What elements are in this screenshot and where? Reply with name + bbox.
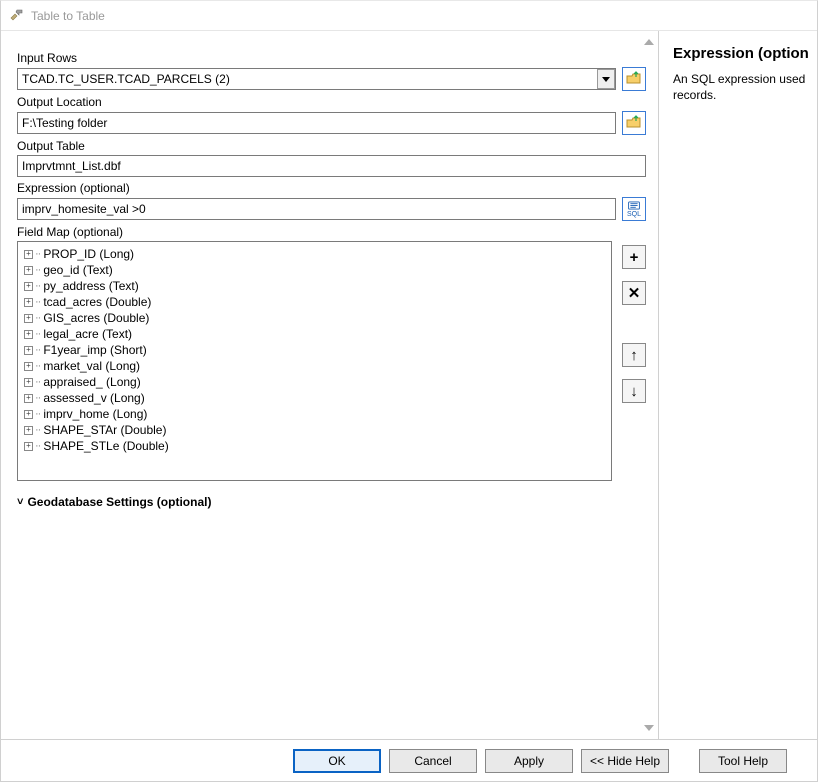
remove-field-button[interactable]: ✕ (622, 281, 646, 305)
field-map-item-label: geo_id (Text) (43, 263, 112, 277)
expand-icon[interactable]: + (24, 378, 33, 387)
expression-field[interactable] (17, 198, 616, 220)
field-map-item[interactable]: +··appraised_ (Long) (24, 374, 605, 390)
expand-icon[interactable]: + (24, 330, 33, 339)
move-down-button[interactable]: ↓ (622, 379, 646, 403)
field-map-item[interactable]: +··legal_acre (Text) (24, 326, 605, 342)
expand-icon[interactable]: + (24, 266, 33, 275)
ok-button[interactable]: OK (293, 749, 381, 773)
chevron-down-icon: ˅ (17, 496, 23, 508)
button-bar: OK Cancel Apply << Hide Help Tool Help (1, 739, 817, 781)
expand-icon[interactable]: + (24, 314, 33, 323)
field-map-item-label: SHAPE_STAr (Double) (43, 423, 166, 437)
field-map-item-label: appraised_ (Long) (43, 375, 140, 389)
output-location-label: Output Location (17, 95, 646, 109)
field-map-item[interactable]: +··SHAPE_STAr (Double) (24, 422, 605, 438)
expand-icon[interactable]: + (24, 426, 33, 435)
apply-button[interactable]: Apply (485, 749, 573, 773)
field-map-item[interactable]: +··geo_id (Text) (24, 262, 605, 278)
field-map-item-label: F1year_imp (Short) (43, 343, 146, 357)
field-map-item[interactable]: +··imprv_home (Long) (24, 406, 605, 422)
field-map-item[interactable]: +··py_address (Text) (24, 278, 605, 294)
expand-icon[interactable]: + (24, 410, 33, 419)
input-rows-field[interactable] (17, 68, 616, 90)
field-map-item[interactable]: +··SHAPE_STLe (Double) (24, 438, 605, 454)
tool-help-button[interactable]: Tool Help (699, 749, 787, 773)
field-map-item-label: py_address (Text) (43, 279, 138, 293)
expand-icon[interactable]: + (24, 298, 33, 307)
hide-help-button[interactable]: << Hide Help (581, 749, 669, 773)
browse-input-rows-button[interactable] (622, 67, 646, 91)
input-rows-dropdown[interactable] (597, 69, 615, 89)
sql-builder-button[interactable]: SQL (622, 197, 646, 221)
tool-icon (9, 8, 25, 24)
scroll-up[interactable] (642, 35, 656, 49)
geodatabase-settings-toggle[interactable]: ˅ Geodatabase Settings (optional) (17, 495, 646, 509)
expand-icon[interactable]: + (24, 346, 33, 355)
help-pane: Expression (option An SQL expression use… (659, 31, 817, 739)
sql-label: SQL (627, 211, 641, 218)
field-map-label: Field Map (optional) (17, 225, 646, 239)
add-field-button[interactable]: + (622, 245, 646, 269)
expand-icon[interactable]: + (24, 442, 33, 451)
parameters-pane: Input Rows Output Location Output Tab (1, 31, 659, 739)
field-map-item[interactable]: +··tcad_acres (Double) (24, 294, 605, 310)
expression-label: Expression (optional) (17, 181, 646, 195)
field-map-item[interactable]: +··GIS_acres (Double) (24, 310, 605, 326)
field-map-tree[interactable]: +··PROP_ID (Long)+··geo_id (Text)+··py_a… (17, 241, 612, 481)
cancel-button[interactable]: Cancel (389, 749, 477, 773)
field-map-item[interactable]: +··F1year_imp (Short) (24, 342, 605, 358)
expand-icon[interactable]: + (24, 362, 33, 371)
output-table-field[interactable] (17, 155, 646, 177)
expand-icon[interactable]: + (24, 394, 33, 403)
help-title: Expression (option (673, 45, 807, 62)
field-map-item-label: GIS_acres (Double) (43, 311, 149, 325)
field-map-item-label: market_val (Long) (43, 359, 140, 373)
field-map-item[interactable]: +··market_val (Long) (24, 358, 605, 374)
move-up-button[interactable]: ↑ (622, 343, 646, 367)
field-map-item[interactable]: +··assessed_v (Long) (24, 390, 605, 406)
field-map-item-label: assessed_v (Long) (43, 391, 144, 405)
field-map-item-label: PROP_ID (Long) (43, 247, 134, 261)
output-table-label: Output Table (17, 139, 646, 153)
browse-output-location-button[interactable] (622, 111, 646, 135)
field-map-item-label: SHAPE_STLe (Double) (43, 439, 168, 453)
help-body: An SQL expression used records. (673, 72, 807, 103)
geodatabase-settings-label: Geodatabase Settings (optional) (27, 495, 211, 509)
field-map-item-label: imprv_home (Long) (43, 407, 147, 421)
expand-icon[interactable]: + (24, 250, 33, 259)
window-title: Table to Table (31, 9, 105, 23)
field-map-item-label: legal_acre (Text) (43, 327, 132, 341)
field-map-item[interactable]: +··PROP_ID (Long) (24, 246, 605, 262)
input-rows-label: Input Rows (17, 51, 646, 65)
field-map-item-label: tcad_acres (Double) (43, 295, 151, 309)
expand-icon[interactable]: + (24, 282, 33, 291)
scroll-down[interactable] (642, 721, 656, 735)
output-location-field[interactable] (17, 112, 616, 134)
title-bar: Table to Table (1, 1, 817, 31)
